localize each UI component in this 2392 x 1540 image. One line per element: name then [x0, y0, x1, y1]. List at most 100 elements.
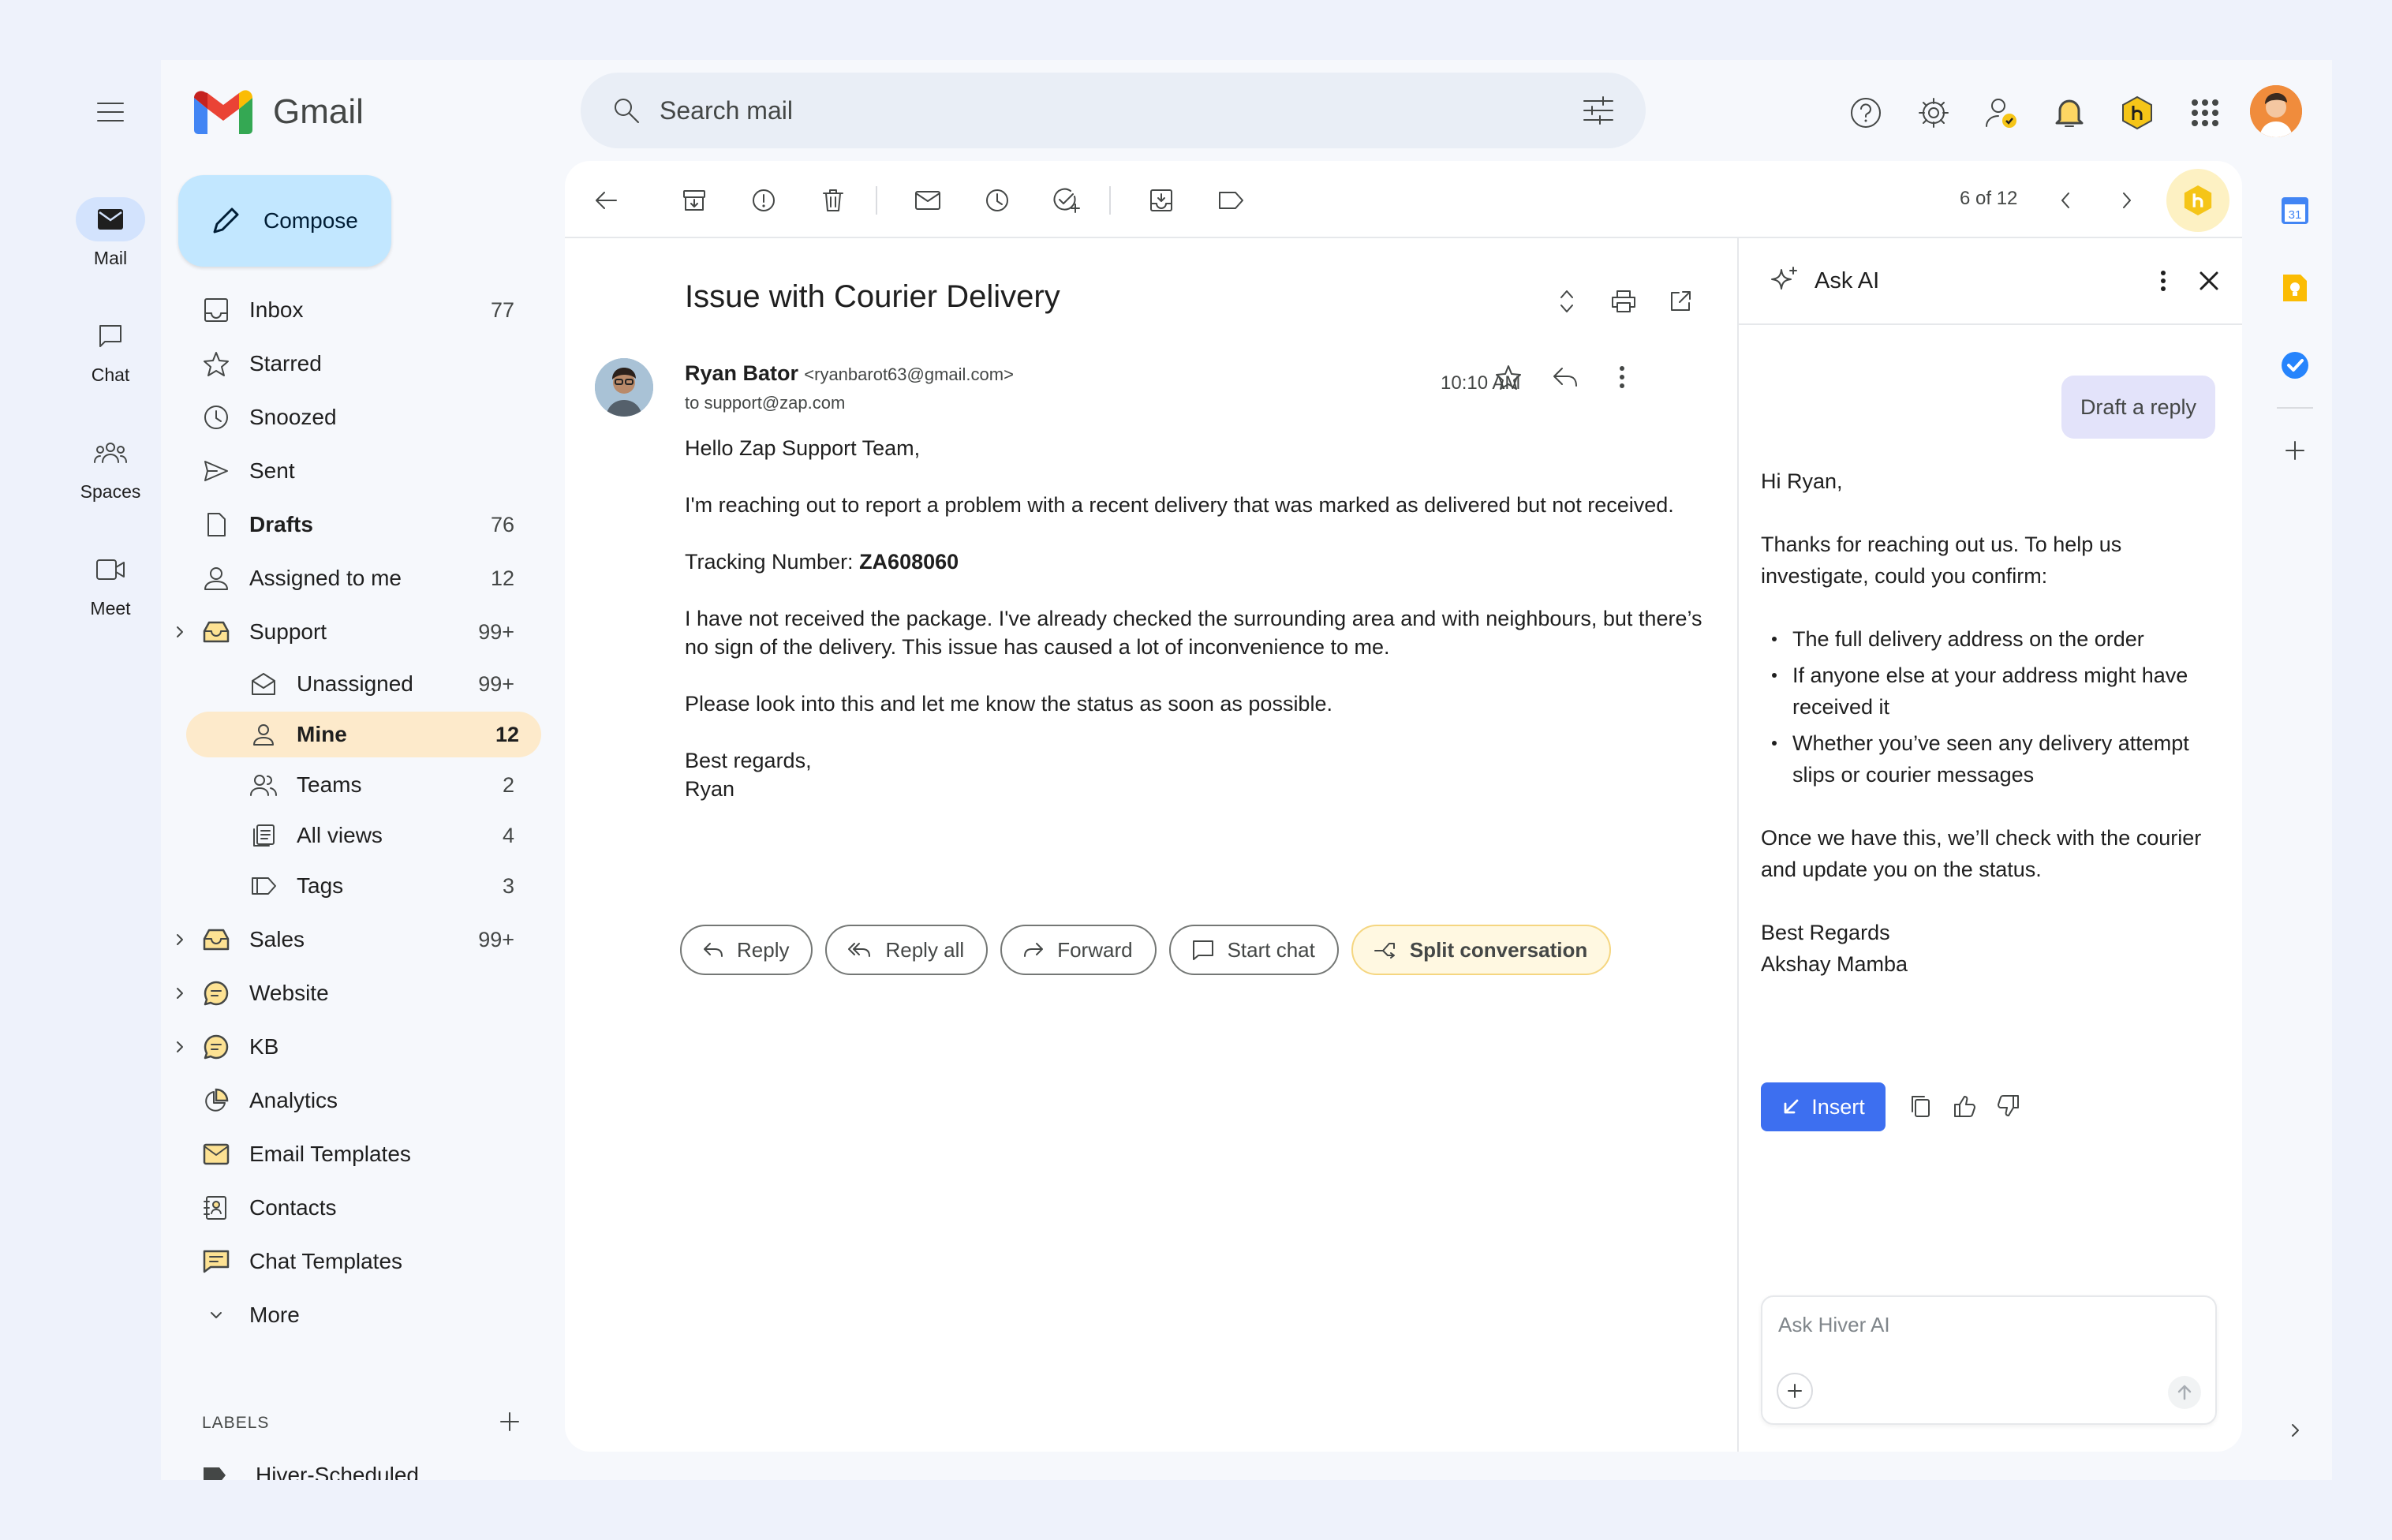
tasks-icon[interactable]	[2277, 347, 2313, 383]
archive-button[interactable]	[675, 181, 713, 219]
rail-meet-label: Meet	[90, 598, 131, 619]
reply-button[interactable]	[1546, 358, 1584, 396]
start-chat-button[interactable]: Start chat	[1168, 925, 1339, 975]
sidebar-item-assigned-to-me[interactable]: Assigned to me 12	[170, 555, 533, 601]
more-options-button[interactable]	[1603, 358, 1641, 396]
sender-avatar[interactable]	[595, 358, 653, 417]
sidebar-item-email-templates[interactable]: Email Templates	[170, 1131, 533, 1177]
sidebar-item-inbox[interactable]: Inbox 77	[170, 287, 533, 333]
sidebar-item-label: Inbox	[249, 297, 304, 322]
ai-more-button[interactable]	[2147, 265, 2179, 297]
chevron-right-icon[interactable]	[170, 986, 189, 1000]
mark-unread-button[interactable]	[909, 181, 947, 219]
settings-gear-icon[interactable]	[1911, 90, 1957, 136]
rail-meet[interactable]: Meet	[60, 548, 161, 619]
rail-mail[interactable]: Mail	[60, 197, 161, 269]
add-task-button[interactable]	[1048, 181, 1086, 219]
rail-chat[interactable]: Chat	[60, 314, 161, 386]
hiver-sidebar-toggle[interactable]	[2166, 169, 2229, 232]
snooze-button[interactable]	[978, 181, 1016, 219]
list-item: The full delivery address on the order	[1761, 623, 2218, 655]
google-apps-icon[interactable]	[2182, 90, 2228, 136]
sidebar-item-more[interactable]: More	[170, 1292, 533, 1338]
rail-spaces[interactable]: Spaces	[60, 431, 161, 503]
sidebar-item-tags[interactable]: Tags 3	[170, 863, 533, 909]
sidebar-item-label: Assigned to me	[249, 566, 402, 590]
open-new-window-button[interactable]	[1661, 282, 1699, 320]
plus-icon	[2285, 441, 2304, 460]
account-avatar[interactable]	[2250, 85, 2302, 137]
sidebar-item-unassigned[interactable]: Unassigned 99+	[170, 661, 533, 707]
help-icon[interactable]	[1843, 90, 1889, 136]
chevron-right-icon[interactable]	[170, 625, 189, 639]
star-button[interactable]	[1489, 358, 1527, 396]
archive-icon	[683, 190, 705, 211]
main-menu-button[interactable]	[90, 92, 131, 133]
reply-all-label: Reply all	[885, 937, 965, 962]
reply-action-button[interactable]: Reply	[680, 925, 813, 975]
split-conversation-button[interactable]: Split conversation	[1351, 925, 1612, 975]
chat-bubble-icon	[200, 980, 232, 1007]
sidebar-item-snoozed[interactable]: Snoozed	[170, 394, 533, 440]
reply-all-action-button[interactable]: Reply all	[825, 925, 989, 975]
notification-bell-icon[interactable]	[2046, 90, 2092, 136]
ai-close-button[interactable]	[2193, 265, 2225, 297]
keep-icon[interactable]	[2277, 270, 2313, 306]
send-button[interactable]	[2168, 1376, 2201, 1409]
compose-button[interactable]: Compose	[178, 175, 391, 267]
sidebar-item-support[interactable]: Support 99+	[170, 609, 533, 655]
print-button[interactable]	[1605, 282, 1643, 320]
email-greeting: Hello Zap Support Team,	[685, 436, 921, 460]
sidebar-item-contacts[interactable]: Contacts	[170, 1185, 533, 1231]
insert-button[interactable]: Insert	[1761, 1082, 1886, 1131]
pagination-text: 6 of 12	[1960, 188, 2018, 209]
sidebar-item-analytics[interactable]: Analytics	[170, 1078, 533, 1123]
labels-button[interactable]	[1212, 181, 1250, 219]
label-icon	[204, 1467, 226, 1480]
hiver-extension-icon[interactable]	[2114, 90, 2160, 136]
sidebar-item-teams[interactable]: Teams 2	[170, 762, 533, 808]
sidebar-item-sent[interactable]: Sent	[170, 448, 533, 494]
label-hiver-scheduled[interactable]: Hiver-Scheduled	[202, 1463, 419, 1480]
sidebar-item-starred[interactable]: Starred	[170, 341, 533, 387]
user-status-icon[interactable]	[1979, 90, 2024, 136]
ask-ai-input[interactable]	[1778, 1313, 2188, 1337]
sidebar-item-sales[interactable]: Sales 99+	[170, 917, 533, 962]
recipient-line[interactable]: to support@zap.com	[685, 393, 845, 413]
search-input[interactable]	[660, 95, 1583, 125]
chevron-right-icon[interactable]	[170, 1040, 189, 1054]
clock-icon	[986, 189, 1008, 211]
sender-name[interactable]: Ryan Bator	[685, 361, 798, 385]
sidebar-item-website[interactable]: Website	[170, 970, 533, 1016]
report-spam-button[interactable]	[745, 181, 783, 219]
sender-line: Ryan Bator <ryanbarot63@gmail.com>	[685, 361, 1014, 386]
add-label-button[interactable]	[494, 1406, 525, 1437]
sidebar-item-drafts[interactable]: Drafts 76	[170, 502, 533, 548]
sidebar-item-kb[interactable]: KB	[170, 1024, 533, 1070]
delete-button[interactable]	[814, 181, 852, 219]
calendar-icon[interactable]: 31	[2277, 192, 2313, 229]
forward-action-button[interactable]: Forward	[1000, 925, 1157, 975]
spaces-icon	[76, 431, 145, 475]
copy-button[interactable]	[1901, 1087, 1939, 1125]
sidebar-item-label: Snoozed	[249, 405, 337, 429]
shared-inbox-icon	[200, 928, 232, 951]
search-bar[interactable]	[581, 73, 1646, 148]
back-button[interactable]	[587, 181, 625, 219]
ai-reply-intro: Thanks for reaching out us. To help us i…	[1761, 533, 2122, 588]
chevron-right-icon[interactable]	[170, 933, 189, 947]
newer-button[interactable]	[2046, 181, 2084, 219]
get-addons-button[interactable]	[2277, 432, 2313, 469]
gmail-logo[interactable]: Gmail	[194, 90, 364, 134]
sidebar-item-mine[interactable]: Mine 12	[186, 712, 541, 757]
older-button[interactable]	[2108, 181, 2146, 219]
thumbs-up-button[interactable]	[1945, 1087, 1983, 1125]
move-to-button[interactable]	[1142, 181, 1180, 219]
sidebar-item-all-views[interactable]: All views 4	[170, 813, 533, 858]
thumbs-down-button[interactable]	[1990, 1087, 2028, 1125]
sidebar-item-chat-templates[interactable]: Chat Templates	[170, 1239, 533, 1284]
expand-side-panel-button[interactable]	[2277, 1412, 2313, 1448]
attach-button[interactable]	[1777, 1373, 1813, 1409]
expand-all-button[interactable]	[1548, 282, 1586, 320]
reply-icon	[1553, 368, 1577, 387]
